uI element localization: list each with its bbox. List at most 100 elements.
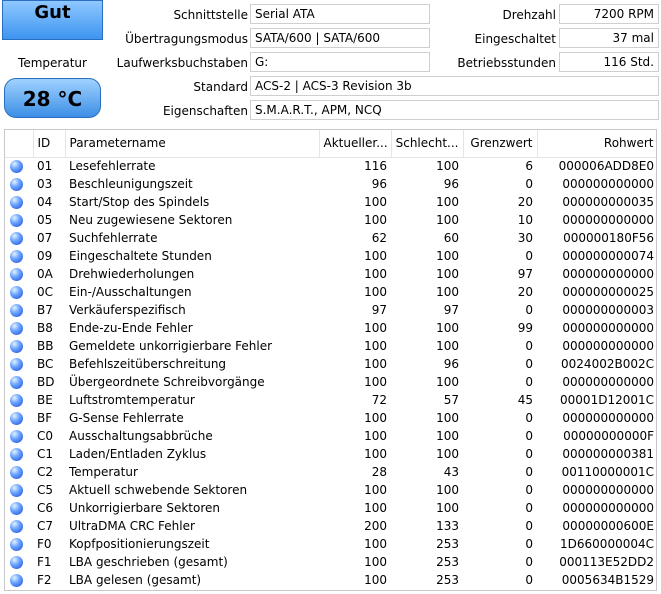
worst-value: 100 bbox=[436, 213, 459, 227]
worst-value: 57 bbox=[443, 393, 459, 407]
worst-value: 100 bbox=[436, 447, 459, 461]
table-row[interactable]: 05 Neu zugewiesene Sektoren 100 100 10 000000… bbox=[5, 211, 656, 229]
current-value: 62 bbox=[371, 231, 387, 245]
threshold-value: 0 bbox=[525, 357, 533, 371]
worst-value: 100 bbox=[436, 375, 459, 389]
power-on-hours-value: 116 Std. bbox=[559, 52, 659, 72]
table-row[interactable]: C5 Aktuell schwebende Sektoren 100 100 0 0000… bbox=[5, 481, 656, 499]
table-row[interactable]: C1 Laden/Entladen Zyklus 100 100 0 0000000003… bbox=[5, 445, 656, 463]
raw-value: 000000000381 bbox=[562, 447, 654, 461]
attribute-id: BC bbox=[37, 357, 54, 371]
column-header-id[interactable]: ID bbox=[33, 130, 66, 158]
worst-value: 43 bbox=[443, 465, 459, 479]
table-row[interactable]: BF G-Sense Fehlerrate 100 100 0 000000000000 bbox=[5, 409, 656, 427]
status-dot-icon bbox=[10, 484, 23, 497]
current-value: 96 bbox=[371, 177, 387, 191]
current-value: 97 bbox=[371, 303, 387, 317]
column-header-name[interactable]: Parametername bbox=[65, 130, 320, 158]
attribute-name: Befehlszeitüberschreitung bbox=[69, 357, 227, 371]
status-dot-icon bbox=[10, 358, 23, 371]
status-cell bbox=[5, 499, 33, 517]
column-header-status[interactable] bbox=[5, 130, 34, 158]
status-dot-icon bbox=[10, 196, 23, 209]
column-header-worst[interactable]: Schlecht... bbox=[391, 130, 464, 158]
status-cell bbox=[5, 193, 33, 211]
threshold-value: 0 bbox=[525, 501, 533, 515]
attribute-name: Drehwiederholungen bbox=[69, 267, 195, 281]
threshold-value: 0 bbox=[525, 537, 533, 551]
threshold-value: 97 bbox=[517, 267, 533, 281]
current-value: 100 bbox=[364, 321, 387, 335]
status-dot-icon bbox=[10, 574, 23, 587]
table-row[interactable]: F0 Kopfpositionierungszeit 100 253 0 1D660000… bbox=[5, 535, 656, 553]
attribute-id: BE bbox=[37, 393, 53, 407]
table-row[interactable]: B7 Verkäuferspezifisch 97 97 0 000000000003 bbox=[5, 301, 656, 319]
worst-value: 60 bbox=[443, 231, 459, 245]
status-cell bbox=[5, 517, 33, 535]
raw-value: 00000000600E bbox=[562, 519, 654, 533]
threshold-value: 0 bbox=[525, 375, 533, 389]
table-row[interactable]: C2 Temperatur 28 43 0 00110000001C bbox=[5, 463, 656, 481]
table-row[interactable]: B8 Ende-zu-Ende Fehler 100 100 99 00000000000… bbox=[5, 319, 656, 337]
status-cell bbox=[5, 373, 33, 391]
column-header-threshold[interactable]: Grenzwert bbox=[463, 130, 538, 158]
status-cell bbox=[5, 445, 33, 463]
threshold-value: 10 bbox=[517, 213, 533, 227]
table-row[interactable]: 0A Drehwiederholungen 100 100 97 000000000000 bbox=[5, 265, 656, 283]
status-cell bbox=[5, 319, 33, 337]
worst-value: 100 bbox=[436, 321, 459, 335]
attribute-name: Lesefehlerrate bbox=[69, 159, 156, 174]
current-value: 100 bbox=[364, 537, 387, 551]
attribute-name: LBA geschrieben (gesamt) bbox=[69, 555, 228, 569]
table-row[interactable]: C0 Ausschaltungsabbrüche 100 100 0 0000000000… bbox=[5, 427, 656, 445]
threshold-value: 0 bbox=[525, 339, 533, 353]
raw-value: 00110000001C bbox=[561, 465, 654, 479]
table-row[interactable]: C7 UltraDMA CRC Fehler 200 133 0 00000000600E bbox=[5, 517, 656, 535]
smart-attribute-table[interactable]: ID Parametername Aktueller... Schlecht..… bbox=[4, 129, 657, 591]
column-header-raw[interactable]: Rohwert bbox=[537, 130, 656, 158]
status-dot-icon bbox=[10, 448, 23, 461]
worst-value: 100 bbox=[436, 411, 459, 425]
attribute-name: Aktuell schwebende Sektoren bbox=[69, 483, 248, 497]
table-row[interactable]: F1 LBA geschrieben (gesamt) 100 253 0 000113E… bbox=[5, 553, 656, 571]
current-value: 116 bbox=[364, 159, 387, 174]
table-row[interactable]: 07 Suchfehlerrate 62 60 30 000000180F56 bbox=[5, 229, 656, 247]
table-row[interactable]: BD Übergeordnete Schreibvorgänge 100 100 0 00… bbox=[5, 373, 656, 391]
attribute-id: B8 bbox=[37, 321, 53, 335]
table-row[interactable]: F2 LBA gelesen (gesamt) 100 253 0 0005634B152… bbox=[5, 571, 656, 589]
table-row[interactable]: BC Befehlszeitüberschreitung 100 96 0 0024002… bbox=[5, 355, 656, 373]
threshold-value: 0 bbox=[525, 411, 533, 425]
threshold-value: 20 bbox=[517, 285, 533, 299]
table-row[interactable]: BE Luftstromtemperatur 72 57 45 00001D12001C bbox=[5, 391, 656, 409]
threshold-value: 0 bbox=[525, 447, 533, 461]
status-dot-icon bbox=[10, 232, 23, 245]
current-value: 100 bbox=[364, 483, 387, 497]
attribute-id: B7 bbox=[37, 303, 53, 317]
threshold-value: 0 bbox=[525, 429, 533, 443]
table-row[interactable]: 0C Ein-/Ausschaltungen 100 100 20 00000000002… bbox=[5, 283, 656, 301]
status-cell bbox=[5, 175, 33, 193]
table-row[interactable]: 03 Beschleunigungszeit 96 96 0 000000000000 bbox=[5, 175, 656, 193]
table-row[interactable]: C6 Unkorrigierbare Sektoren 100 100 0 0000000… bbox=[5, 499, 656, 517]
threshold-value: 0 bbox=[525, 483, 533, 497]
current-value: 100 bbox=[364, 249, 387, 263]
table-row[interactable]: BB Gemeldete unkorrigierbare Fehler 100 100… bbox=[5, 337, 656, 355]
table-row[interactable]: 04 Start/Stop des Spindels 100 100 20 0000000… bbox=[5, 193, 656, 211]
current-value: 100 bbox=[364, 375, 387, 389]
drive-letter-value: G: bbox=[250, 52, 430, 72]
power-on-count-value: 37 mal bbox=[559, 28, 659, 48]
raw-value: 000000000000 bbox=[562, 339, 654, 353]
current-value: 100 bbox=[364, 447, 387, 461]
raw-value: 000000000000 bbox=[562, 177, 654, 191]
worst-value: 100 bbox=[436, 267, 459, 281]
attribute-name: Eingeschaltete Stunden bbox=[69, 249, 212, 263]
column-header-current[interactable]: Aktueller... bbox=[319, 130, 392, 158]
table-row[interactable]: 01 Lesefehlerrate 116 100 6 000006ADD8E0 bbox=[5, 157, 656, 175]
attribute-id: 09 bbox=[37, 249, 53, 263]
interface-value: Serial ATA bbox=[250, 4, 430, 24]
status-dot-icon bbox=[10, 376, 23, 389]
attribute-id: C7 bbox=[37, 519, 54, 533]
table-row[interactable]: 09 Eingeschaltete Stunden 100 100 0 000000000… bbox=[5, 247, 656, 265]
status-dot-icon bbox=[10, 286, 23, 299]
attribute-name: Ausschaltungsabbrüche bbox=[69, 429, 213, 443]
